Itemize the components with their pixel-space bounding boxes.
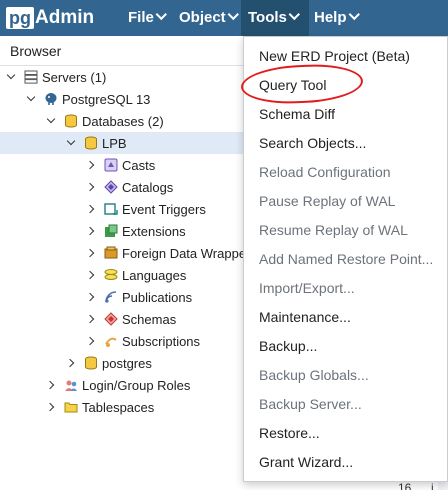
chevron-right-icon[interactable] bbox=[46, 401, 58, 413]
chevron-down-icon bbox=[227, 8, 239, 21]
logo-pg: pg bbox=[6, 7, 34, 29]
menu-item-new-erd-project[interactable]: New ERD Project (Beta) bbox=[244, 42, 447, 71]
chevron-down-icon[interactable] bbox=[46, 115, 58, 127]
casts-icon bbox=[104, 158, 118, 172]
chevron-right-icon[interactable] bbox=[86, 335, 98, 347]
chevron-down-icon bbox=[288, 8, 300, 21]
object-menu[interactable]: Object bbox=[172, 0, 245, 36]
publications-icon bbox=[105, 291, 117, 303]
tree-label: postgres bbox=[102, 355, 152, 371]
tree-label: Foreign Data Wrappe bbox=[122, 245, 243, 261]
subscriptions-icon bbox=[105, 337, 117, 347]
database-icon bbox=[85, 136, 97, 150]
tree-label: Languages bbox=[122, 267, 187, 283]
menu-item-maintenance[interactable]: Maintenance... bbox=[244, 303, 447, 332]
chevron-down-icon[interactable] bbox=[26, 93, 38, 105]
help-menu-label: Help bbox=[314, 9, 347, 26]
menu-item-schema-diff[interactable]: Schema Diff bbox=[244, 100, 447, 129]
tree-label: PostgreSQL 13 bbox=[62, 91, 151, 107]
logo-admin: Admin bbox=[35, 7, 95, 28]
tablespaces-icon bbox=[64, 402, 78, 413]
fdw-icon bbox=[104, 246, 118, 259]
extensions-icon bbox=[105, 224, 118, 237]
tree-label: Tablespaces bbox=[82, 399, 155, 415]
menu-item-backup-globals[interactable]: Backup Globals... bbox=[244, 361, 447, 390]
menu-item-pause-replay-wal[interactable]: Pause Replay of WAL bbox=[244, 187, 447, 216]
tree-label: Catalogs bbox=[122, 179, 174, 195]
menu-item-reload-configuration[interactable]: Reload Configuration bbox=[244, 158, 447, 187]
menu-item-import-export[interactable]: Import/Export... bbox=[244, 274, 447, 303]
tree-label: Casts bbox=[122, 157, 156, 173]
chevron-right-icon[interactable] bbox=[46, 379, 58, 391]
menu-item-resume-replay-wal[interactable]: Resume Replay of WAL bbox=[244, 216, 447, 245]
tree-label: Event Triggers bbox=[122, 201, 206, 217]
tools-menu[interactable]: Tools bbox=[241, 0, 309, 36]
tree-label: Subscriptions bbox=[122, 333, 201, 349]
chevron-right-icon[interactable] bbox=[86, 313, 98, 325]
line-number: 16 bbox=[398, 481, 412, 490]
top-navbar: pg Admin File Object Tools Help bbox=[0, 0, 448, 36]
chevron-down-icon[interactable] bbox=[66, 137, 78, 149]
tree-label: Extensions bbox=[122, 223, 186, 239]
tree-label: Servers (1) bbox=[42, 69, 107, 85]
tree-label: LPB bbox=[102, 135, 127, 151]
tree-label: Schemas bbox=[122, 311, 177, 327]
servers-icon bbox=[24, 70, 38, 84]
chevron-right-icon[interactable] bbox=[86, 203, 98, 215]
schemas-icon bbox=[104, 312, 118, 326]
tools-menu-label: Tools bbox=[248, 9, 287, 26]
roles-icon bbox=[65, 380, 77, 391]
database-icon bbox=[85, 356, 97, 370]
tree-label: Databases (2) bbox=[82, 113, 164, 129]
tree-label: Login/Group Roles bbox=[82, 377, 191, 393]
chevron-down-icon[interactable] bbox=[6, 71, 18, 83]
chevron-right-icon[interactable] bbox=[86, 247, 98, 259]
languages-icon bbox=[104, 269, 118, 280]
menu-item-add-named-restore-point[interactable]: Add Named Restore Point... bbox=[244, 245, 447, 274]
browser-title: Browser bbox=[10, 43, 62, 59]
chevron-right-icon[interactable] bbox=[86, 225, 98, 237]
chevron-down-icon bbox=[155, 8, 167, 21]
chevron-right-icon[interactable] bbox=[86, 291, 98, 303]
chevron-right-icon[interactable] bbox=[86, 159, 98, 171]
file-menu[interactable]: File bbox=[121, 0, 173, 36]
menu-item-grant-wizard[interactable]: Grant Wizard... bbox=[244, 448, 447, 477]
chevron-right-icon[interactable] bbox=[86, 181, 98, 193]
elephant-icon bbox=[45, 93, 57, 105]
tree-node-foreign-data-wrappers[interactable]: Foreign Data Wrappe bbox=[0, 242, 243, 264]
tree-label: Publications bbox=[122, 289, 193, 305]
pgadmin-window: pg Admin File Object Tools Help Browser … bbox=[0, 0, 448, 490]
menu-item-backup[interactable]: Backup... bbox=[244, 332, 447, 361]
tree-node-lpb[interactable]: LPB bbox=[0, 132, 243, 154]
chevron-right-icon[interactable] bbox=[86, 269, 98, 281]
databases-icon bbox=[65, 114, 77, 128]
tools-dropdown-menu: New ERD Project (Beta) Query Tool Schema… bbox=[243, 36, 448, 482]
object-menu-label: Object bbox=[179, 9, 226, 26]
pgadmin-logo[interactable]: pg Admin bbox=[6, 6, 94, 30]
editor-text-fragment: i bbox=[431, 481, 434, 490]
catalogs-icon bbox=[104, 180, 118, 194]
file-menu-label: File bbox=[128, 9, 154, 26]
help-menu[interactable]: Help bbox=[307, 0, 366, 36]
chevron-right-icon[interactable] bbox=[66, 357, 78, 369]
menu-item-search-objects[interactable]: Search Objects... bbox=[244, 129, 447, 158]
chevron-down-icon bbox=[348, 8, 360, 21]
menu-item-restore[interactable]: Restore... bbox=[244, 419, 447, 448]
menu-item-backup-server[interactable]: Backup Server... bbox=[244, 390, 447, 419]
event-triggers-icon bbox=[104, 203, 118, 215]
